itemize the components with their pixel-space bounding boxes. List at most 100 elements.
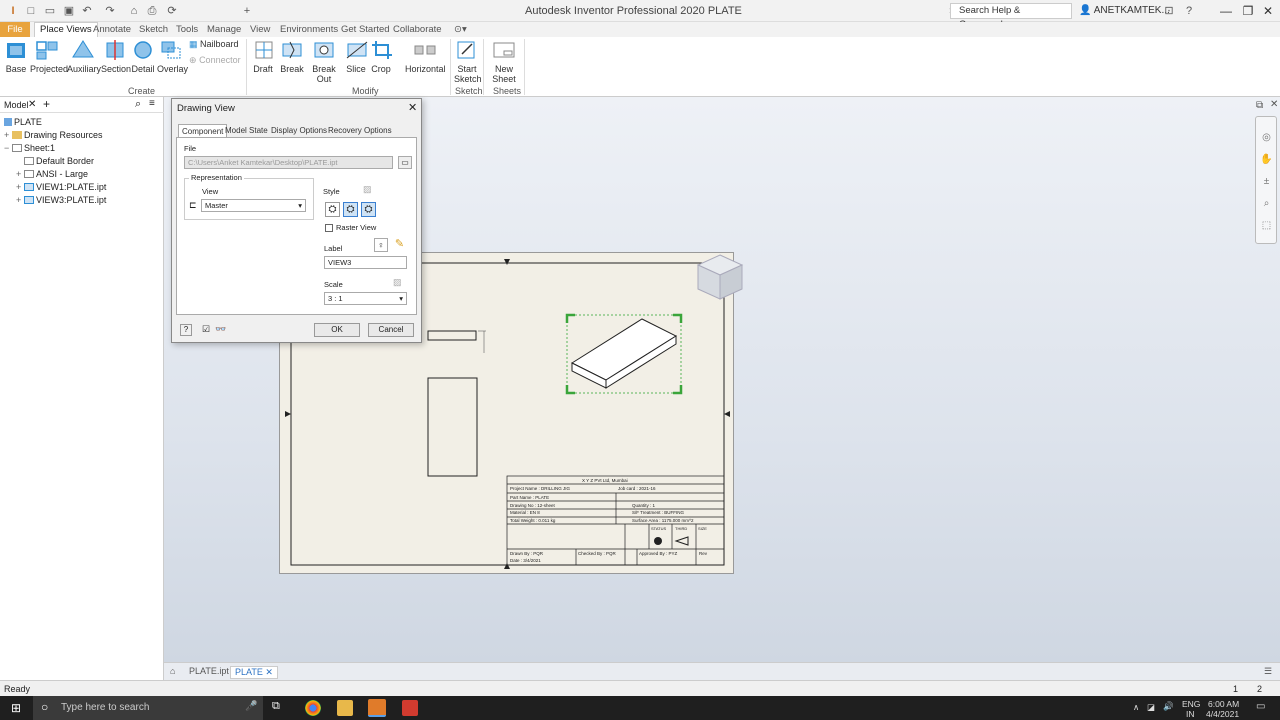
help-icon[interactable]: ? [1182,4,1196,18]
view1-top-view[interactable] [427,330,477,341]
clock-time[interactable]: 6:00 AM [1208,699,1239,709]
tab-display-options[interactable]: Display Options [271,124,327,138]
full-navigation-wheel-icon[interactable]: ◎ [1260,131,1273,144]
break-button[interactable]: Break [280,39,304,74]
close-icon[interactable]: ✕ [265,667,273,677]
open-file-icon[interactable]: ▭ [398,156,412,169]
ok-button[interactable]: OK [314,323,360,337]
draft-button[interactable]: Draft [252,39,274,74]
language-indicator[interactable]: ENG [1182,699,1200,709]
tree-item-plate[interactable]: PLATE [4,117,42,127]
search-icon[interactable]: ⌕ [135,98,141,111]
help-icon[interactable]: ? [180,324,192,336]
restore-button[interactable]: ❐ [1238,3,1258,19]
connector-button[interactable]: ⊕ Connector [189,55,241,66]
tree-item-default-border[interactable]: Default Border [16,156,94,166]
expand-icon[interactable]: + [16,169,24,179]
recorder-app-icon[interactable] [402,700,418,716]
scale-select[interactable]: 3 : 1 ▾ [324,292,407,305]
scale-from-base-icon[interactable]: ▨ [393,277,402,288]
update-icon[interactable]: ⟳ [165,4,179,18]
projected-view-button[interactable]: Projected [30,39,68,74]
browser-tab-model[interactable]: Model [4,100,29,110]
taskbar-search-input[interactable]: Type here to search [33,696,263,720]
tab-environments[interactable]: Environments [280,23,338,36]
menu-icon[interactable]: ☰ [1264,666,1272,677]
close-view-icon[interactable]: ✕ [1270,99,1278,110]
tab-recovery-options[interactable]: Recovery Options [328,124,392,138]
tab-manage[interactable]: Manage [207,23,241,36]
tab-tools[interactable]: Tools [176,23,198,36]
collapse-icon[interactable]: − [4,143,12,153]
tab-place-views[interactable]: Place Views [34,22,98,37]
doc-tab-plate-ipt[interactable]: PLATE.ipt [189,666,229,676]
menu-icon[interactable]: ≡ [149,98,155,109]
zoom-icon[interactable]: ± [1260,175,1273,188]
task-view-icon[interactable]: ⧉ [272,700,280,713]
browser-add-icon[interactable]: + [43,97,50,111]
raster-view-checkbox[interactable] [325,224,333,232]
expand-icon[interactable]: + [16,182,24,192]
tab-component[interactable]: Component [178,124,228,138]
section-view-button[interactable]: Section [101,39,131,74]
zoom-all-icon[interactable]: ⌕ [1260,197,1273,210]
windows-start-icon[interactable]: ⊞ [11,701,21,715]
undo-icon[interactable]: ↶ [80,4,94,18]
plus-icon[interactable]: + [240,4,254,18]
slice-button[interactable]: Slice [345,39,368,74]
tree-item-view1[interactable]: + VIEW1:PLATE.ipt [16,182,106,192]
label-input[interactable]: VIEW3 [324,256,407,269]
preview-checkbox-icon[interactable]: ☑ [202,324,210,335]
start-sketch-button[interactable]: Start Sketch [453,39,482,84]
pan-icon[interactable]: ✋ [1260,153,1273,166]
inventor-logo-icon[interactable]: I [6,4,20,18]
viewcube-icon[interactable] [694,253,746,303]
maximize-view-icon[interactable]: ⧉ [1256,100,1263,111]
ribbon-options-icon[interactable]: ⊙▾ [454,23,467,36]
file-path-field[interactable]: C:\Users\Anket Kamtekar\Desktop\PLATE.ip… [184,156,393,169]
browser-close-icon[interactable]: ✕ [28,99,36,110]
hidden-line-removed-style-button[interactable]: ⛭ [343,202,358,217]
redo-icon[interactable]: ↷ [103,4,117,18]
tree-item-view3[interactable]: + VIEW3:PLATE.ipt [16,195,106,205]
home-icon[interactable]: ⌂ [127,4,141,18]
inventor-taskbar-icon[interactable] [368,699,386,717]
cart-icon[interactable]: ⊡ [1162,4,1176,18]
notifications-icon[interactable]: ▭ [1256,701,1265,712]
print-icon[interactable]: ⎙ [145,4,159,18]
tab-sketch[interactable]: Sketch [139,23,168,36]
crop-button[interactable]: Crop [370,39,392,74]
microphone-icon[interactable]: 🎤 [245,701,257,712]
home-icon[interactable]: ⌂ [170,666,175,676]
horizontal-button[interactable]: Horizontal [405,39,446,74]
tree-item-sheet-1[interactable]: − Sheet:1 [4,143,55,153]
tab-get-started[interactable]: Get Started [341,23,390,36]
expand-icon[interactable]: + [16,195,24,205]
expand-icon[interactable]: + [4,130,12,140]
tree-item-drawing-resources[interactable]: + Drawing Resources [4,130,103,140]
chrome-icon[interactable] [305,700,321,716]
cancel-button[interactable]: Cancel [368,323,414,337]
toggle-label-visibility-icon[interactable]: ♀ [374,238,388,252]
style-from-base-icon[interactable]: ▨ [363,184,372,195]
tray-chevron-icon[interactable]: ∧ [1133,702,1139,713]
break-out-button[interactable]: Break Out [306,39,342,84]
tab-annotate[interactable]: Annotate [93,23,131,36]
file-explorer-icon[interactable] [337,700,353,716]
tab-collaborate[interactable]: Collaborate [393,23,442,36]
save-icon[interactable]: ▣ [62,4,76,18]
open-icon[interactable]: ▭ [43,4,57,18]
new-icon[interactable]: □ [24,4,38,18]
glasses-icon[interactable]: 👓 [215,324,226,335]
hidden-line-style-button[interactable]: ⛭ [325,202,340,217]
close-button[interactable]: ✕ [1258,3,1278,19]
help-search-input[interactable]: Search Help & Commands... [950,3,1072,30]
overlay-view-button[interactable]: Overlay [157,39,188,74]
user-account[interactable]: 👤 ANETKAMTEK... [1079,5,1170,16]
dialog-close-button[interactable]: ✕ [408,101,417,114]
edit-label-pencil-icon[interactable]: ✎ [392,238,407,252]
new-sheet-button[interactable]: New Sheet [485,39,523,84]
base-view-button[interactable]: Base [4,39,28,74]
minimize-button[interactable]: — [1216,3,1236,19]
auxiliary-view-button[interactable]: Auxiliary [67,39,101,74]
